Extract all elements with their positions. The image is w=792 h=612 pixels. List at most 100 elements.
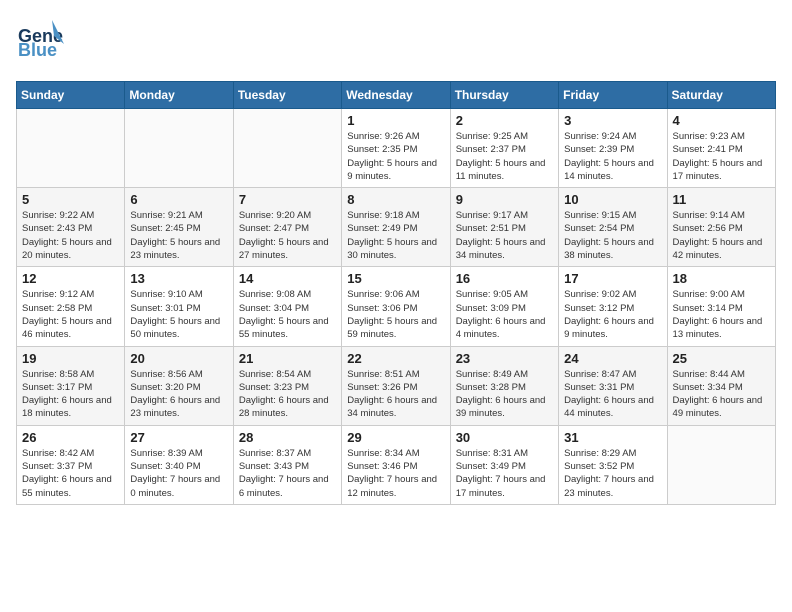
calendar-cell: 15 Sunrise: 9:06 AM Sunset: 3:06 PM Dayli… [342,267,450,346]
day-info: Sunrise: 9:06 AM Sunset: 3:06 PM Dayligh… [347,288,444,341]
day-info: Sunrise: 9:12 AM Sunset: 2:58 PM Dayligh… [22,288,119,341]
day-number: 25 [673,351,770,366]
calendar-cell: 5 Sunrise: 9:22 AM Sunset: 2:43 PM Daylig… [17,188,125,267]
day-number: 6 [130,192,227,207]
day-number: 1 [347,113,444,128]
calendar-cell: 3 Sunrise: 9:24 AM Sunset: 2:39 PM Daylig… [559,109,667,188]
day-number: 27 [130,430,227,445]
day-info: Sunrise: 9:22 AM Sunset: 2:43 PM Dayligh… [22,209,119,262]
calendar-cell: 19 Sunrise: 8:58 AM Sunset: 3:17 PM Dayli… [17,346,125,425]
day-number: 20 [130,351,227,366]
day-info: Sunrise: 9:08 AM Sunset: 3:04 PM Dayligh… [239,288,336,341]
day-number: 18 [673,271,770,286]
day-number: 13 [130,271,227,286]
day-info: Sunrise: 9:14 AM Sunset: 2:56 PM Dayligh… [673,209,770,262]
calendar-cell: 21 Sunrise: 8:54 AM Sunset: 3:23 PM Dayli… [233,346,341,425]
weekday-header-row: SundayMondayTuesdayWednesdayThursdayFrid… [17,82,776,109]
calendar-cell: 1 Sunrise: 9:26 AM Sunset: 2:35 PM Daylig… [342,109,450,188]
calendar-cell: 31 Sunrise: 8:29 AM Sunset: 3:52 PM Dayli… [559,425,667,504]
day-number: 9 [456,192,553,207]
svg-text:Blue: Blue [18,40,57,60]
day-info: Sunrise: 8:37 AM Sunset: 3:43 PM Dayligh… [239,447,336,500]
calendar-cell: 11 Sunrise: 9:14 AM Sunset: 2:56 PM Dayli… [667,188,775,267]
day-info: Sunrise: 9:26 AM Sunset: 2:35 PM Dayligh… [347,130,444,183]
day-info: Sunrise: 8:54 AM Sunset: 3:23 PM Dayligh… [239,368,336,421]
day-number: 24 [564,351,661,366]
weekday-header-saturday: Saturday [667,82,775,109]
calendar-cell: 14Sunrise: 9:08 AM Sunset: 3:04 PM Dayli… [233,267,341,346]
day-info: Sunrise: 9:18 AM Sunset: 2:49 PM Dayligh… [347,209,444,262]
day-info: Sunrise: 9:15 AM Sunset: 2:54 PM Dayligh… [564,209,661,262]
page-header: General Blue [16,16,776,69]
calendar-cell: 29Sunrise: 8:34 AM Sunset: 3:46 PM Dayli… [342,425,450,504]
day-number: 3 [564,113,661,128]
day-info: Sunrise: 9:24 AM Sunset: 2:39 PM Dayligh… [564,130,661,183]
day-number: 11 [673,192,770,207]
calendar-cell: 9Sunrise: 9:17 AM Sunset: 2:51 PM Daylig… [450,188,558,267]
day-info: Sunrise: 8:47 AM Sunset: 3:31 PM Dayligh… [564,368,661,421]
calendar-cell: 13 Sunrise: 9:10 AM Sunset: 3:01 PM Dayli… [125,267,233,346]
day-number: 10 [564,192,661,207]
calendar-cell: 24 Sunrise: 8:47 AM Sunset: 3:31 PM Dayli… [559,346,667,425]
calendar-cell: 7 Sunrise: 9:20 AM Sunset: 2:47 PM Daylig… [233,188,341,267]
calendar-week-4: 19 Sunrise: 8:58 AM Sunset: 3:17 PM Dayli… [17,346,776,425]
day-info: Sunrise: 8:49 AM Sunset: 3:28 PM Dayligh… [456,368,553,421]
day-info: Sunrise: 9:00 AM Sunset: 3:14 PM Dayligh… [673,288,770,341]
calendar-cell: 20 Sunrise: 8:56 AM Sunset: 3:20 PM Dayli… [125,346,233,425]
weekday-header-wednesday: Wednesday [342,82,450,109]
calendar-cell: 8 Sunrise: 9:18 AM Sunset: 2:49 PM Daylig… [342,188,450,267]
day-info: Sunrise: 8:56 AM Sunset: 3:20 PM Dayligh… [130,368,227,421]
weekday-header-friday: Friday [559,82,667,109]
calendar-cell: 26Sunrise: 8:42 AM Sunset: 3:37 PM Dayli… [17,425,125,504]
weekday-header-tuesday: Tuesday [233,82,341,109]
calendar-table: SundayMondayTuesdayWednesdayThursdayFrid… [16,81,776,505]
calendar-cell: 27 Sunrise: 8:39 AM Sunset: 3:40 PM Dayli… [125,425,233,504]
day-info: Sunrise: 8:31 AM Sunset: 3:49 PM Dayligh… [456,447,553,500]
day-number: 7 [239,192,336,207]
calendar-week-5: 26Sunrise: 8:42 AM Sunset: 3:37 PM Dayli… [17,425,776,504]
day-number: 15 [347,271,444,286]
weekday-header-thursday: Thursday [450,82,558,109]
day-number: 26 [22,430,119,445]
day-info: Sunrise: 9:20 AM Sunset: 2:47 PM Dayligh… [239,209,336,262]
day-info: Sunrise: 9:05 AM Sunset: 3:09 PM Dayligh… [456,288,553,341]
calendar-cell [667,425,775,504]
day-number: 28 [239,430,336,445]
calendar-cell: 30 Sunrise: 8:31 AM Sunset: 3:49 PM Dayli… [450,425,558,504]
day-info: Sunrise: 8:51 AM Sunset: 3:26 PM Dayligh… [347,368,444,421]
calendar-cell: 25 Sunrise: 8:44 AM Sunset: 3:34 PM Dayli… [667,346,775,425]
day-number: 5 [22,192,119,207]
calendar-week-1: 1 Sunrise: 9:26 AM Sunset: 2:35 PM Daylig… [17,109,776,188]
day-info: Sunrise: 9:02 AM Sunset: 3:12 PM Dayligh… [564,288,661,341]
day-number: 23 [456,351,553,366]
day-info: Sunrise: 8:58 AM Sunset: 3:17 PM Dayligh… [22,368,119,421]
day-number: 21 [239,351,336,366]
day-number: 17 [564,271,661,286]
day-number: 19 [22,351,119,366]
calendar-cell: 23 Sunrise: 8:49 AM Sunset: 3:28 PM Dayli… [450,346,558,425]
calendar-cell: 12Sunrise: 9:12 AM Sunset: 2:58 PM Dayli… [17,267,125,346]
day-info: Sunrise: 9:10 AM Sunset: 3:01 PM Dayligh… [130,288,227,341]
day-info: Sunrise: 8:29 AM Sunset: 3:52 PM Dayligh… [564,447,661,500]
calendar-cell: 10 Sunrise: 9:15 AM Sunset: 2:54 PM Dayli… [559,188,667,267]
calendar-cell: 18 Sunrise: 9:00 AM Sunset: 3:14 PM Dayli… [667,267,775,346]
day-info: Sunrise: 9:23 AM Sunset: 2:41 PM Dayligh… [673,130,770,183]
day-info: Sunrise: 8:44 AM Sunset: 3:34 PM Dayligh… [673,368,770,421]
calendar-week-2: 5 Sunrise: 9:22 AM Sunset: 2:43 PM Daylig… [17,188,776,267]
calendar-cell: 2Sunrise: 9:25 AM Sunset: 2:37 PM Daylig… [450,109,558,188]
calendar-cell [233,109,341,188]
logo: General Blue [16,16,68,69]
day-number: 31 [564,430,661,445]
weekday-header-monday: Monday [125,82,233,109]
logo-icon: General Blue [16,16,64,69]
day-info: Sunrise: 8:39 AM Sunset: 3:40 PM Dayligh… [130,447,227,500]
calendar-cell: 17 Sunrise: 9:02 AM Sunset: 3:12 PM Dayli… [559,267,667,346]
calendar-cell: 6 Sunrise: 9:21 AM Sunset: 2:45 PM Daylig… [125,188,233,267]
day-number: 16 [456,271,553,286]
day-number: 8 [347,192,444,207]
calendar-cell: 22Sunrise: 8:51 AM Sunset: 3:26 PM Dayli… [342,346,450,425]
calendar-week-3: 12Sunrise: 9:12 AM Sunset: 2:58 PM Dayli… [17,267,776,346]
day-number: 2 [456,113,553,128]
day-info: Sunrise: 9:21 AM Sunset: 2:45 PM Dayligh… [130,209,227,262]
day-number: 30 [456,430,553,445]
